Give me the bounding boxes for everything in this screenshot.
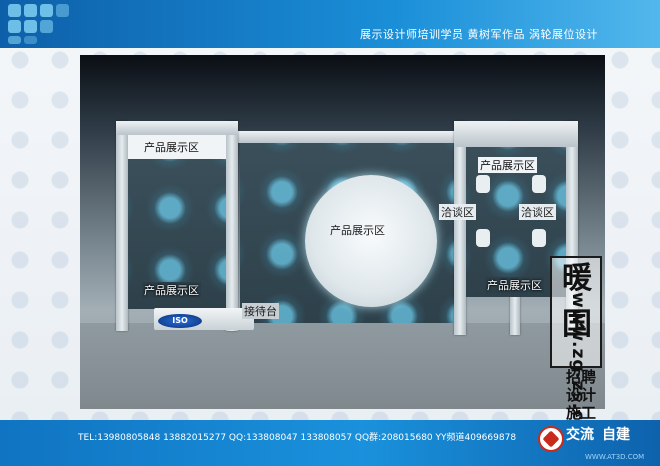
zone-label-right-bottom: 产品展示区	[485, 277, 544, 293]
footer-site: WWW.AT3D.COM	[585, 453, 645, 461]
zone-label-meeting-right: 洽谈区	[519, 204, 556, 220]
watermark-line5: 自建	[602, 427, 630, 443]
zone-label-center: 产品展示区	[330, 224, 385, 237]
watermark-line4: 交流	[566, 427, 594, 443]
footer-contact: TEL:13980805848 13882015277 QQ:133808047…	[78, 433, 517, 443]
chair	[476, 175, 490, 193]
left-top-beam	[116, 121, 238, 135]
floor	[80, 323, 605, 409]
left-pillar-inner	[226, 121, 238, 331]
zone-label-left-top: 产品展示区	[142, 139, 201, 155]
zone-label-right-top: 产品展示区	[478, 157, 537, 173]
at3d-logo-icon	[538, 426, 564, 452]
iso-badge: ISO	[158, 314, 202, 328]
header-banner: 展示设计师培训学员 黄树军作品 涡轮展位设计	[0, 0, 660, 48]
chair	[532, 175, 546, 193]
right-top-beam	[454, 121, 578, 147]
footer-banner: TEL:13980805848 13882015277 QQ:133808047…	[0, 420, 660, 466]
center-display-disc	[305, 175, 437, 307]
chair	[476, 229, 490, 247]
booth-render: 产品展示区 产品展示区 ISO 接待台 产品展示区 产品展示区 洽谈区 洽谈区 …	[80, 55, 605, 409]
zone-label-meeting-left: 洽谈区	[439, 204, 476, 220]
logo-squares-icon	[8, 4, 69, 44]
zone-label-reception: 接待台	[242, 303, 279, 319]
watermark-seal-char-top: 暖	[562, 261, 592, 296]
left-pillar-outer	[116, 121, 128, 331]
chair	[532, 229, 546, 247]
header-title: 展示设计师培训学员 黄树军作品 涡轮展位设计	[360, 28, 598, 41]
right-pillar-1	[454, 121, 466, 335]
top-beam	[238, 131, 464, 143]
zone-label-left-bottom: 产品展示区	[142, 282, 201, 298]
